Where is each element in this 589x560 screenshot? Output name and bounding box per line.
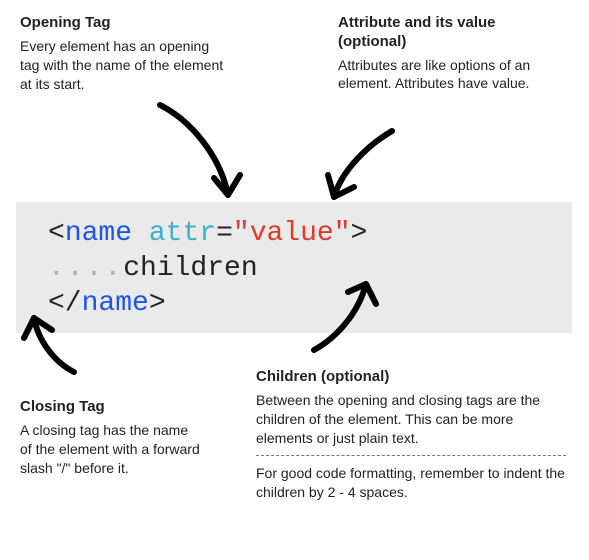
- quote: ": [334, 218, 351, 249]
- angle-bracket: <: [48, 218, 65, 249]
- annotation-hint: For good code formatting, remember to in…: [256, 464, 566, 502]
- annotation-body: Every element has an opening tag with th…: [20, 37, 230, 94]
- annotation-body: Between the opening and closing tags are…: [256, 391, 566, 448]
- space: [132, 218, 149, 249]
- annotation-children: Children (optional) Between the opening …: [256, 368, 566, 502]
- equals: =: [216, 218, 233, 249]
- annotation-opening-tag: Opening Tag Every element has an opening…: [20, 14, 230, 93]
- annotation-title: Attribute and its value (optional): [338, 14, 558, 52]
- annotation-body: A closing tag has the name of the elemen…: [20, 421, 200, 478]
- indent-dots: ....: [48, 253, 123, 284]
- divider: [256, 455, 566, 456]
- angle-bracket: >: [149, 288, 166, 319]
- annotation-title: Closing Tag: [20, 398, 200, 417]
- annotation-closing-tag: Closing Tag A closing tag has the name o…: [20, 398, 200, 477]
- quote: ": [233, 218, 250, 249]
- attribute-name: attr: [149, 218, 216, 249]
- children-text: children: [123, 253, 257, 284]
- arrow-icon: [20, 308, 100, 388]
- element-name: name: [65, 218, 132, 249]
- arrow-icon: [300, 272, 390, 362]
- attribute-value: value: [250, 218, 334, 249]
- annotation-title: Opening Tag: [20, 14, 230, 33]
- arrow-icon: [150, 100, 250, 210]
- annotation-title: Children (optional): [256, 368, 566, 387]
- angle-bracket: >: [351, 218, 368, 249]
- annotation-body: Attributes are like options of an elemen…: [338, 56, 558, 94]
- code-line-open: <name attr="value">: [48, 216, 554, 251]
- arrow-icon: [320, 125, 410, 210]
- annotation-attribute: Attribute and its value (optional) Attri…: [338, 14, 558, 93]
